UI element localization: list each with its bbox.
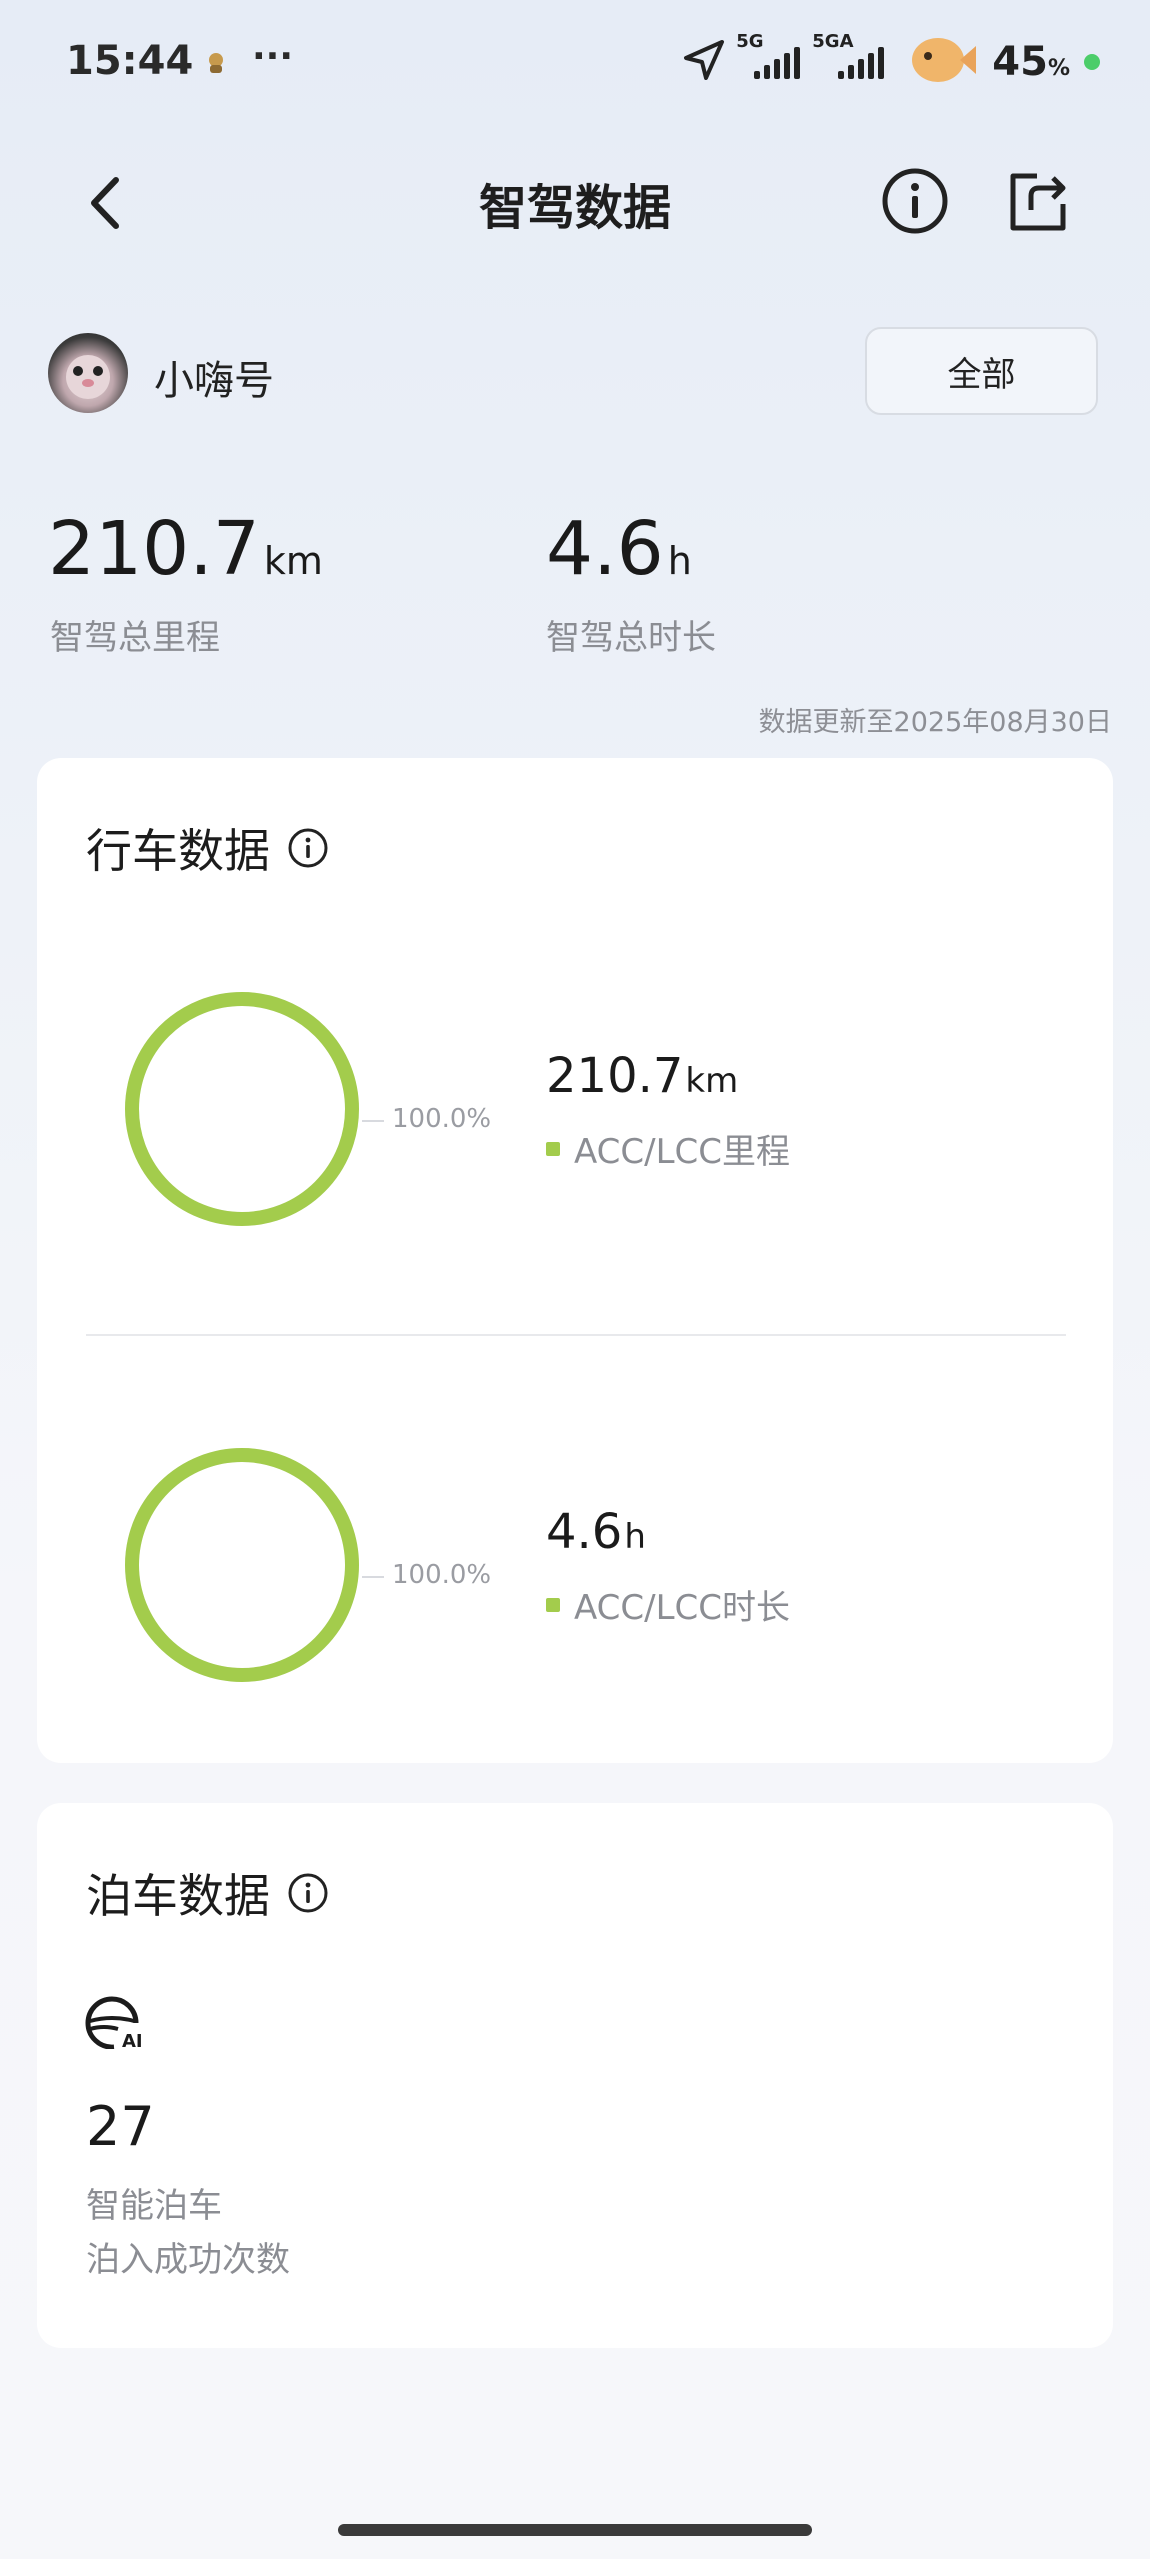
duration-percent: 100.0% [392,1560,492,1590]
username: 小嗨号 [154,358,274,404]
vehicle-filter-button[interactable]: 全部 [865,327,1098,415]
avatar[interactable] [48,333,128,413]
status-time: 15:44 [66,38,194,84]
signal-5g-icon: 5G [736,31,802,79]
info-button[interactable] [880,166,950,240]
driving-info-icon[interactable] [288,828,328,868]
total-duration-value: 4.6 h [546,506,692,592]
page-title: 智驾数据 [478,180,671,236]
svg-text:AI: AI [122,2031,143,2049]
parking-label-primary: 智能泊车 [86,2186,222,2226]
fish-sticker-icon [908,32,978,92]
more-notifications-icon: ··· [252,36,294,77]
update-date-note: 数据更新至2025年08月30日 [758,707,1112,738]
info-icon [882,168,948,234]
duration-legend: ACC/LCC时长 [546,1580,790,1629]
legend-swatch [546,1141,560,1156]
mileage-donut-arc [125,992,359,1226]
duration-donut-arc [125,1448,359,1682]
mileage-percent: 100.0% [392,1104,492,1134]
parking-count: 27 [86,2095,155,2158]
duration-donut-chart [118,1441,366,1693]
total-distance-label: 智驾总里程 [50,618,220,658]
duration-value: 4.6h [546,1504,646,1560]
notification-icon [204,50,228,80]
signal-5ga-icon: 5GA [812,31,894,79]
card-divider [86,1334,1066,1336]
parking-info-icon[interactable] [288,1873,328,1913]
mileage-legend: ACC/LCC里程 [546,1124,790,1173]
driving-card-title: 行车数据 [86,815,328,881]
location-arrow-icon [682,38,726,86]
home-indicator[interactable] [338,2524,812,2536]
mileage-leader-line [362,1120,384,1122]
parking-label-secondary: 泊入成功次数 [86,2240,290,2280]
battery-level: 45% [992,39,1070,85]
total-distance-value: 210.7 km [48,506,323,592]
legend-swatch [546,1597,560,1612]
status-icons: 5G 5GA 45% [682,31,1100,92]
status-dot [1084,54,1100,70]
ai-parking-icon: AI [84,1995,148,2053]
share-icon [1010,173,1066,231]
duration-leader-line [362,1576,384,1578]
share-button[interactable] [1003,166,1073,240]
parking-card-title: 泊车数据 [86,1860,328,1926]
mileage-value: 210.7km [546,1048,739,1104]
mileage-donut-chart [118,985,366,1237]
total-duration-label: 智驾总时长 [546,618,716,658]
